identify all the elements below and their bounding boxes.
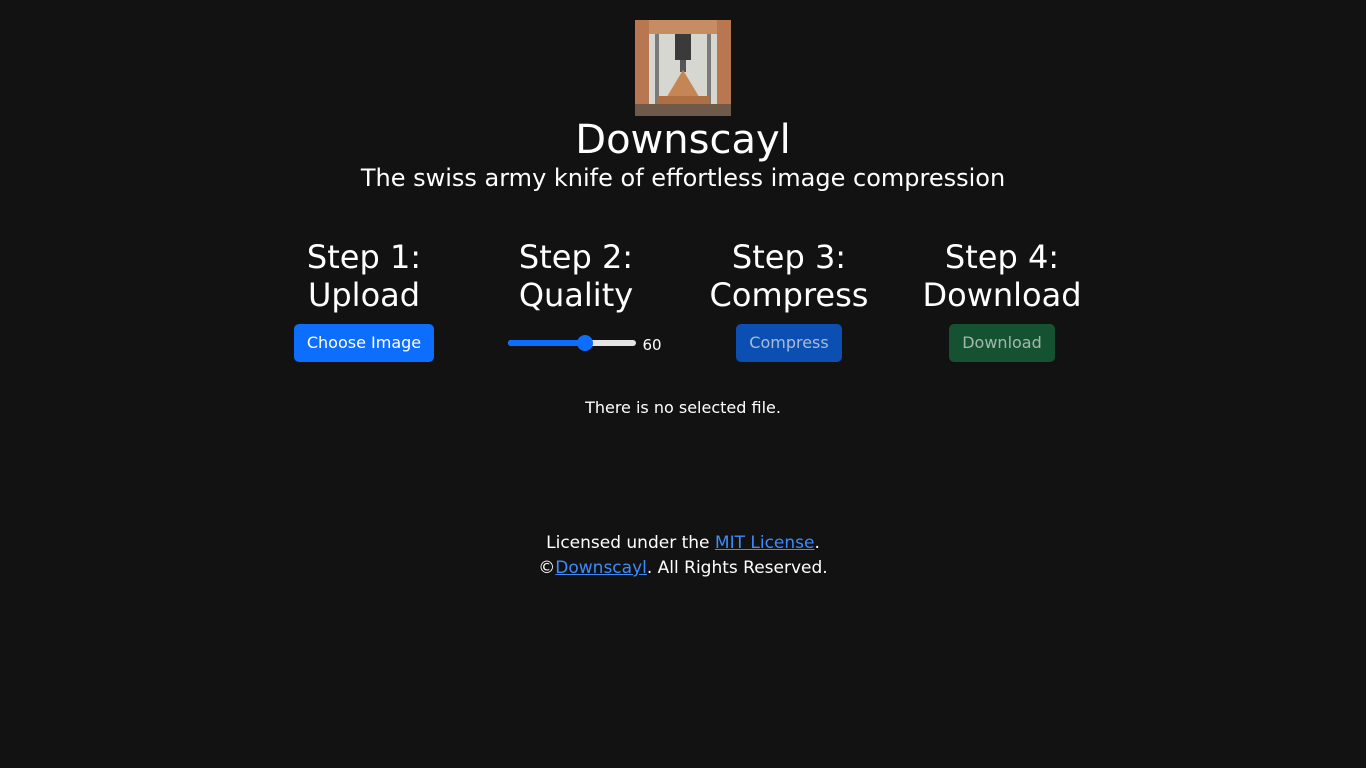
file-status-text: There is no selected file.	[585, 398, 781, 417]
license-line: Licensed under the MIT License.	[0, 531, 1366, 556]
logo-image	[635, 20, 731, 116]
license-prefix: Licensed under the	[546, 533, 715, 553]
quality-slider-fill	[508, 340, 586, 346]
step-upload-title: Step 1: Upload	[258, 238, 470, 314]
download-button[interactable]: Download	[949, 324, 1055, 362]
downscayl-logo	[635, 20, 731, 116]
license-suffix: .	[814, 533, 820, 553]
step-download-title: Step 4: Download	[896, 238, 1108, 314]
step-upload: Step 1: Upload Choose Image	[258, 238, 470, 362]
quality-slider[interactable]	[508, 335, 637, 351]
page-title: Downscayl	[575, 117, 791, 163]
step-download-title-line2: Download	[922, 276, 1082, 314]
step-upload-title-line1: Step 1:	[306, 238, 422, 276]
step-quality-title-line1: Step 2:	[518, 238, 634, 276]
step-quality: Step 2: Quality 60	[470, 238, 682, 362]
step-compress-title: Step 3: Compress	[683, 238, 895, 314]
footer: Licensed under the MIT License. ©Downsca…	[0, 531, 1366, 581]
copyright-suffix: . All Rights Reserved.	[646, 558, 828, 578]
choose-image-button[interactable]: Choose Image	[293, 324, 435, 362]
quality-control: 60	[470, 324, 682, 362]
mit-license-link[interactable]: MIT License	[715, 533, 815, 553]
step-compress-title-line1: Step 3:	[731, 238, 847, 276]
step-upload-title-line2: Upload	[307, 276, 421, 314]
compress-button[interactable]: Compress	[736, 324, 842, 362]
page-subtitle: The swiss army knife of effortless image…	[360, 164, 1006, 192]
step-quality-title-line2: Quality	[518, 276, 634, 314]
step-compress-title-line2: Compress	[709, 276, 869, 314]
quality-value: 60	[642, 336, 662, 354]
copyright-line: ©Downscayl. All Rights Reserved.	[0, 556, 1366, 581]
step-download: Step 4: Download Download	[896, 238, 1108, 362]
step-quality-title: Step 2: Quality	[470, 238, 682, 314]
page: Downscayl The swiss army knife of effort…	[0, 0, 1366, 768]
step-download-title-line1: Step 4:	[944, 238, 1060, 276]
step-compress: Step 3: Compress Compress	[683, 238, 895, 362]
copyright-symbol: ©	[538, 558, 556, 578]
quality-slider-thumb[interactable]	[577, 335, 594, 351]
downscayl-link[interactable]: Downscayl	[555, 558, 647, 578]
